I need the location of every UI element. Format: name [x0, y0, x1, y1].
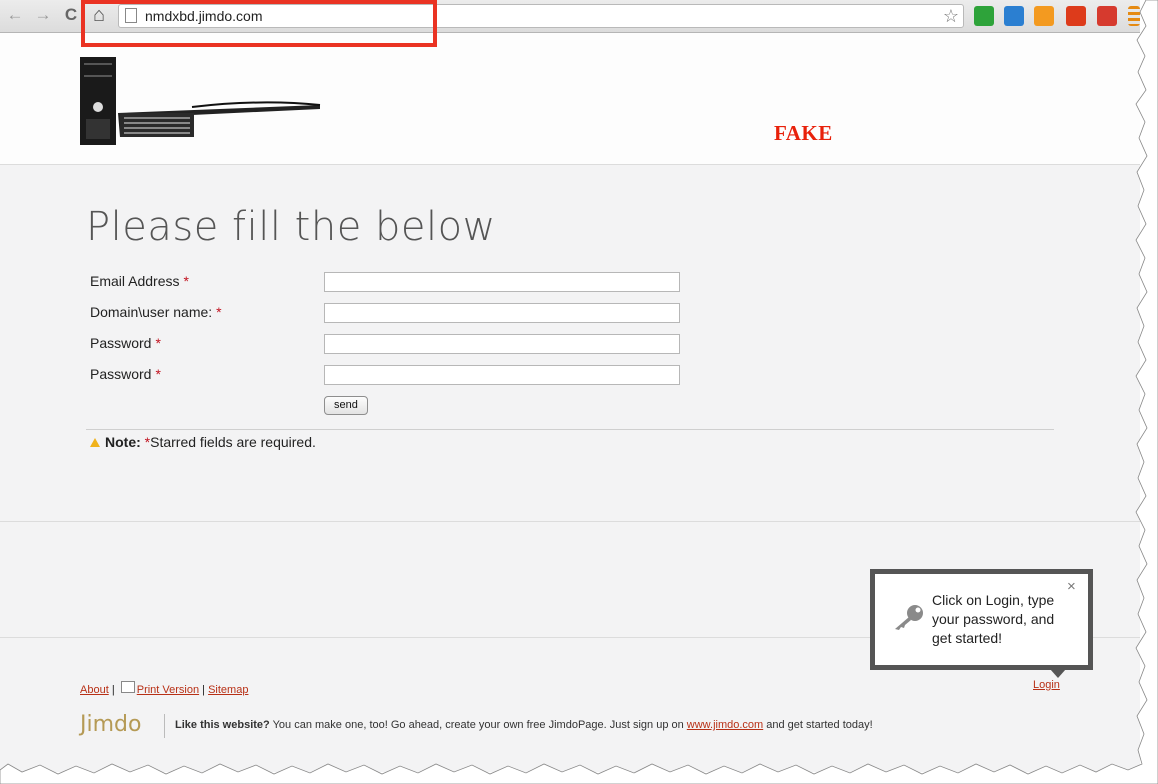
torn-edge-frame [0, 0, 1158, 784]
